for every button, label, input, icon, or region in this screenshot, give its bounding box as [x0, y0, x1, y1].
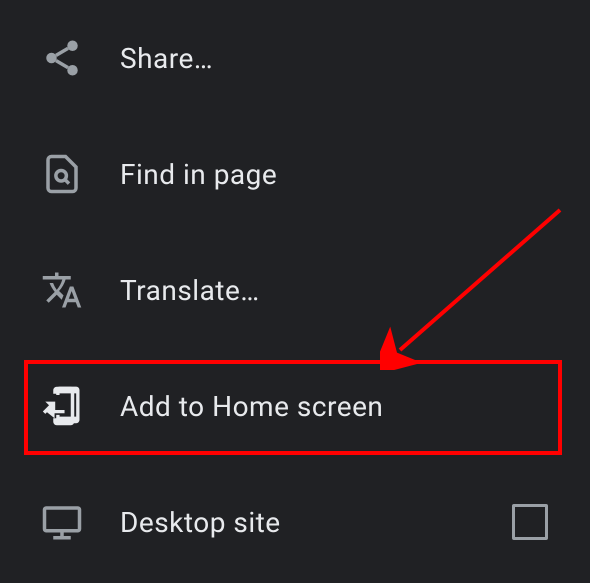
find-in-page-icon: [38, 150, 86, 198]
menu-item-label: Add to Home screen: [120, 390, 383, 423]
overflow-menu: Share… Find in page Translate…: [0, 0, 590, 580]
menu-item-label: Translate…: [120, 274, 260, 307]
menu-item-label: Share…: [120, 42, 213, 75]
menu-item-share[interactable]: Share…: [0, 0, 590, 116]
translate-icon: [38, 266, 86, 314]
desktop-site-checkbox[interactable]: [512, 504, 548, 540]
menu-item-desktop-site[interactable]: Desktop site: [0, 464, 590, 580]
share-icon: [38, 34, 86, 82]
add-to-home-screen-icon: [38, 382, 86, 430]
menu-item-label: Find in page: [120, 158, 277, 191]
menu-item-add-to-home-screen[interactable]: Add to Home screen: [0, 348, 590, 464]
menu-item-label: Desktop site: [120, 506, 281, 539]
menu-item-find-in-page[interactable]: Find in page: [0, 116, 590, 232]
desktop-icon: [38, 498, 86, 546]
menu-item-translate[interactable]: Translate…: [0, 232, 590, 348]
